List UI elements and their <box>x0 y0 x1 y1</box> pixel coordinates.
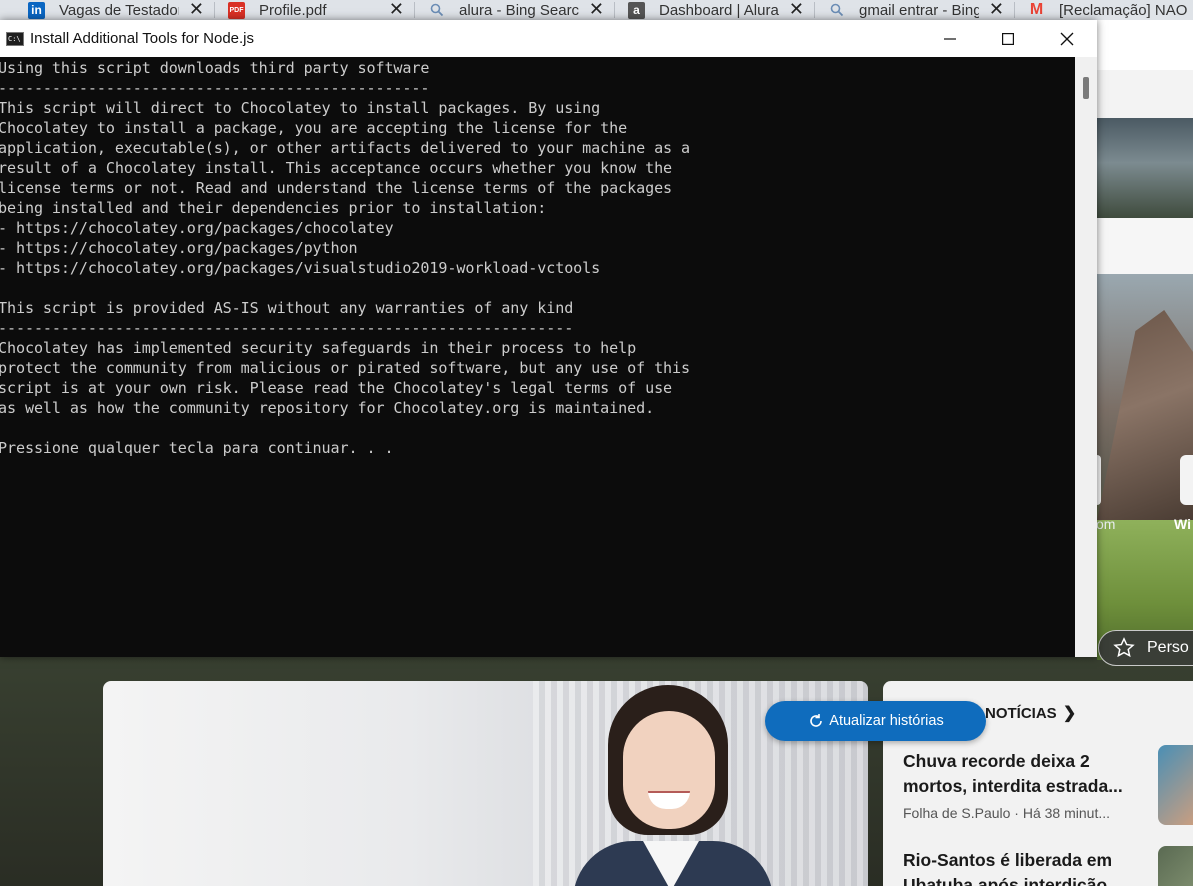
news-thumbnail[interactable] <box>1158 846 1193 886</box>
scrollbar-thumb[interactable] <box>1083 77 1089 99</box>
gmail-icon: M <box>1029 1 1044 18</box>
quick-link-label[interactable]: om <box>1096 516 1115 532</box>
console-app-icon: C:\ <box>6 32 24 46</box>
window-titlebar[interactable]: C:\ Install Additional Tools for Node.js <box>0 20 1097 57</box>
maximize-icon <box>1002 32 1014 45</box>
quick-link-card[interactable] <box>1097 455 1101 505</box>
star-edit-icon <box>1113 637 1135 658</box>
window-title: Install Additional Tools for Node.js <box>30 30 255 47</box>
search-icon <box>428 2 445 19</box>
page-toolbar-area <box>1097 70 1193 118</box>
landscape-thumbnail <box>1097 118 1193 218</box>
linkedin-icon: in <box>28 1 45 19</box>
tab-profile-pdf[interactable]: PDF Profile.pdf ✕ <box>228 0 408 20</box>
tab-title: [Reclamação] NAO <box>1059 1 1188 19</box>
tab-linkedin[interactable]: in Vagas de Testador ✕ <box>28 0 208 20</box>
tab-title: alura - Bing Search <box>459 1 579 19</box>
personalize-label: Perso <box>1147 639 1189 656</box>
tab-gmail-reclamacao[interactable]: M [Reclamação] NAO <box>1028 0 1193 20</box>
tab-separator <box>1014 2 1015 18</box>
quick-link-card[interactable] <box>1180 455 1193 505</box>
news-section-header[interactable]: NOTÍCIAS ❯ <box>985 703 1076 723</box>
tab-separator <box>414 2 415 18</box>
console-output-area[interactable]: Using this script downloads third party … <box>0 57 1075 657</box>
news-item-title[interactable]: Chuva recorde deixa 2 mortos, interdita … <box>903 749 1123 799</box>
refresh-label: Atualizar histórias <box>829 713 944 729</box>
close-icon[interactable]: ✕ <box>389 0 404 20</box>
minimize-icon <box>944 37 956 40</box>
search-icon <box>828 2 845 19</box>
close-icon[interactable]: ✕ <box>589 0 604 20</box>
refresh-stories-button[interactable]: Atualizar histórias <box>765 701 986 741</box>
tab-separator <box>614 2 615 18</box>
console-scrollbar[interactable] <box>1075 57 1097 657</box>
browser-tab-strip: in Vagas de Testador ✕ PDF Profile.pdf ✕… <box>0 0 1193 20</box>
pdf-icon: PDF <box>228 1 245 19</box>
tab-separator <box>814 2 815 18</box>
console-window[interactable]: C:\ Install Additional Tools for Node.js… <box>0 20 1097 657</box>
news-item-title[interactable]: Rio-Santos é liberada em Ubatuba após in… <box>903 848 1123 886</box>
person-face <box>623 711 715 829</box>
news-thumbnail[interactable] <box>1158 745 1193 825</box>
console-output-text: Using this script downloads third party … <box>0 59 691 457</box>
featured-story-card[interactable] <box>103 681 868 886</box>
news-header-label: NOTÍCIAS <box>985 705 1057 722</box>
close-button[interactable] <box>1038 20 1096 57</box>
tab-title: Profile.pdf <box>259 1 327 19</box>
alura-icon: a <box>628 1 645 19</box>
refresh-icon <box>810 714 823 727</box>
chevron-right-icon: ❯ <box>1062 705 1077 722</box>
tab-separator <box>214 2 215 18</box>
close-icon[interactable]: ✕ <box>989 0 1004 20</box>
tab-title: Vagas de Testador <box>59 1 179 19</box>
close-icon[interactable]: ✕ <box>789 0 804 20</box>
minimize-button[interactable] <box>921 20 979 57</box>
tab-title: Dashboard | Alura <box>659 1 779 19</box>
tab-bing-gmail[interactable]: gmail entrar - Bing ✕ <box>828 0 1008 20</box>
maximize-button[interactable] <box>979 20 1037 57</box>
quick-link-label[interactable]: Wi <box>1174 516 1191 532</box>
tab-bing-alura[interactable]: alura - Bing Search ✕ <box>428 0 608 20</box>
tab-alura-dashboard[interactable]: a Dashboard | Alura ✕ <box>628 0 808 20</box>
page-panel <box>1097 218 1193 274</box>
background-page-right-edge <box>1097 20 1193 660</box>
news-item-meta: Folha de S.Paulo · Há 38 minut... <box>903 805 1110 821</box>
tab-title: gmail entrar - Bing <box>859 1 979 19</box>
personalize-button[interactable]: Perso <box>1098 630 1193 666</box>
page-header-area <box>1097 20 1193 70</box>
close-icon <box>1060 32 1074 45</box>
close-icon[interactable]: ✕ <box>189 0 204 20</box>
